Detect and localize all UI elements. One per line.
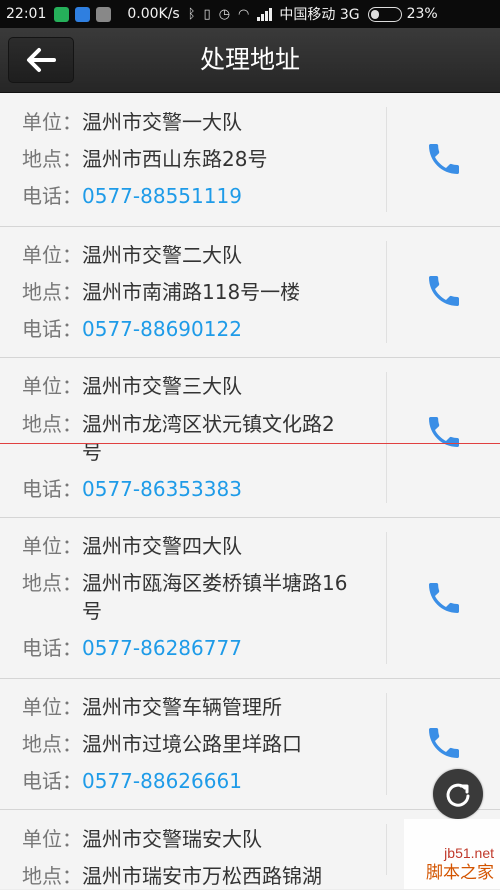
- unit-value: 温州市交警瑞安大队: [82, 827, 262, 851]
- call-button[interactable]: [420, 408, 468, 456]
- refresh-icon: [446, 783, 470, 807]
- divider: [386, 241, 387, 343]
- call-button[interactable]: [420, 267, 468, 315]
- list-item: 单位： 温州市交警四大队 地点： 温州市瓯海区娄桥镇半塘路16号 电话： 057…: [0, 518, 500, 679]
- phone-icon: [429, 583, 459, 613]
- address-value: 温州市过境公路里垟路口: [82, 732, 302, 756]
- phone-icon: [429, 144, 459, 174]
- divider: [386, 693, 387, 795]
- unit-row: 单位： 温州市交警瑞安大队: [22, 825, 372, 853]
- phone-label: 电话：: [22, 769, 82, 793]
- unit-label: 单位：: [22, 534, 82, 558]
- address-value: 温州市南浦路118号一楼: [82, 280, 301, 304]
- phone-label: 电话：: [22, 184, 82, 208]
- carrier-name: 中国移动 3G: [279, 7, 360, 23]
- phone-value[interactable]: 0577-88551119: [82, 182, 352, 210]
- phone-row: 电话： 0577-86286777: [22, 634, 372, 662]
- status-time: 22:01: [6, 6, 47, 22]
- signal-icon: [257, 7, 273, 21]
- unit-value: 温州市交警三大队: [82, 374, 242, 398]
- status-bar: 22:01 0.00K/s ᛒ ▯ ◷ ◠ 中国移动 3G 23%: [0, 0, 500, 28]
- divider: [386, 824, 387, 875]
- battery-icon: [367, 6, 402, 22]
- annotation-line: [0, 443, 500, 444]
- address-label: 地点：: [22, 864, 82, 888]
- unit-row: 单位： 温州市交警三大队: [22, 372, 372, 400]
- phone-row: 电话： 0577-88626661: [22, 767, 372, 795]
- unit-value: 温州市交警车辆管理所: [82, 695, 282, 719]
- address-row: 地点： 温州市瑞安市万松西路锦湖: [22, 862, 372, 890]
- address-value: 温州市龙湾区状元镇文化路2号: [82, 412, 335, 464]
- unit-row: 单位： 温州市交警二大队: [22, 241, 372, 269]
- unit-row: 单位： 温州市交警一大队: [22, 108, 372, 136]
- phone-icon: [429, 728, 459, 758]
- address-label: 地点：: [22, 280, 82, 304]
- address-row: 地点： 温州市过境公路里垟路口: [22, 730, 372, 758]
- phone-label: 电话：: [22, 317, 82, 341]
- phone-row: 电话： 0577-88690122: [22, 315, 372, 343]
- unit-label: 单位：: [22, 243, 82, 267]
- divider: [386, 532, 387, 664]
- unit-row: 单位： 温州市交警四大队: [22, 532, 372, 560]
- unit-value: 温州市交警四大队: [82, 534, 242, 558]
- call-button[interactable]: [420, 719, 468, 767]
- address-label: 地点：: [22, 571, 82, 595]
- list-item: 单位： 温州市交警三大队 地点： 温州市龙湾区状元镇文化路2号 电话： 0577…: [0, 358, 500, 518]
- phone-label: 电话：: [22, 636, 82, 660]
- page-title: 处理地址: [199, 45, 300, 74]
- unit-label: 单位：: [22, 374, 82, 398]
- list-item: 单位： 温州市交警一大队 地点： 温州市西山东路28号 电话： 0577-885…: [0, 93, 500, 227]
- battery-level: 23%: [406, 6, 438, 22]
- wifi-icon: ◠: [238, 6, 250, 22]
- unit-value: 温州市交警一大队: [82, 110, 242, 134]
- divider: [386, 372, 387, 503]
- unit-label: 单位：: [22, 827, 82, 851]
- arrow-left-icon: [27, 48, 56, 72]
- phone-row: 电话： 0577-88551119: [22, 182, 372, 210]
- address-row: 地点： 温州市南浦路118号一楼: [22, 278, 372, 306]
- app-header: 处理地址: [0, 28, 500, 93]
- call-button[interactable]: [420, 135, 468, 183]
- phone-icon: [429, 417, 459, 447]
- vibrate-icon: ▯: [203, 6, 211, 22]
- phone-value[interactable]: 0577-88690122: [82, 315, 352, 343]
- unit-value: 温州市交警二大队: [82, 243, 242, 267]
- address-label: 地点：: [22, 147, 82, 171]
- address-value: 温州市瓯海区娄桥镇半塘路16号: [82, 571, 348, 623]
- call-button[interactable]: [420, 574, 468, 622]
- app-notification-icon: [54, 6, 70, 22]
- address-row: 地点： 温州市瓯海区娄桥镇半塘路16号: [22, 569, 372, 625]
- watermark: jb51.net 脚本之家: [404, 819, 500, 889]
- address-value: 温州市西山东路28号: [82, 147, 268, 171]
- address-value: 温州市瑞安市万松西路锦湖: [82, 864, 322, 888]
- refresh-button[interactable]: [433, 769, 483, 819]
- chat-notification-icon: [75, 6, 91, 22]
- address-row: 地点： 温州市龙湾区状元镇文化路2号: [22, 410, 372, 466]
- phone-value[interactable]: 0577-88626661: [82, 767, 352, 795]
- unit-row: 单位： 温州市交警车辆管理所: [22, 693, 372, 721]
- bluetooth-icon: ᛒ: [187, 6, 196, 22]
- train-notification-icon: [96, 6, 112, 22]
- phone-icon: [429, 276, 459, 306]
- list-item: 单位： 温州市交警车辆管理所 地点： 温州市过境公路里垟路口 电话： 0577-…: [0, 679, 500, 810]
- phone-label: 电话：: [22, 477, 82, 501]
- phone-value[interactable]: 0577-86353383: [82, 475, 352, 503]
- address-label: 地点：: [22, 412, 82, 436]
- divider: [386, 107, 387, 212]
- address-label: 地点：: [22, 732, 82, 756]
- network-speed: 0.00K/s: [127, 6, 180, 22]
- phone-value[interactable]: 0577-86286777: [82, 634, 352, 662]
- unit-label: 单位：: [22, 110, 82, 134]
- phone-row: 电话： 0577-86353383: [22, 475, 372, 503]
- address-row: 地点： 温州市西山东路28号: [22, 145, 372, 173]
- list-item: 单位： 温州市交警二大队 地点： 温州市南浦路118号一楼 电话： 0577-8…: [0, 227, 500, 358]
- watermark-name: 脚本之家: [426, 863, 494, 883]
- unit-label: 单位：: [22, 695, 82, 719]
- alarm-icon: ◷: [218, 6, 231, 22]
- back-button[interactable]: [8, 37, 74, 83]
